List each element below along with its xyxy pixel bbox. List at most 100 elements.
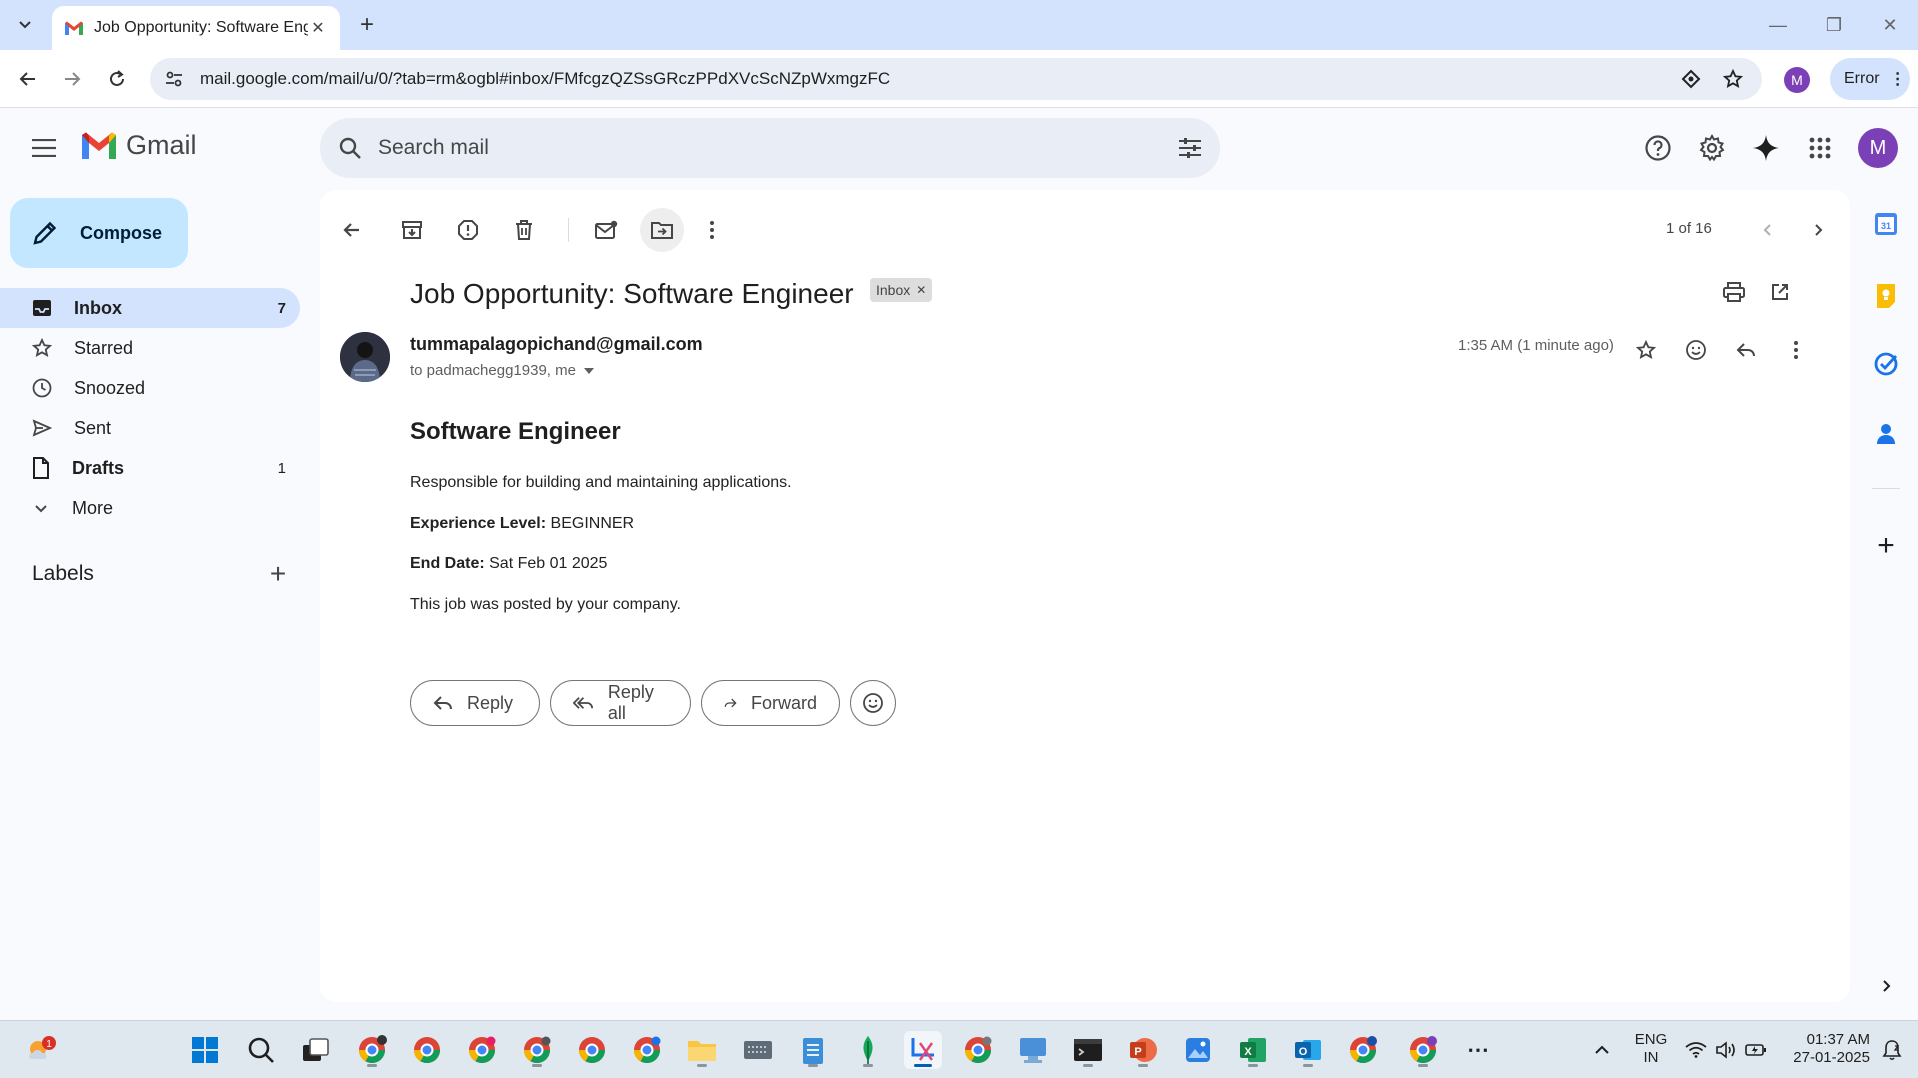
- weather-widget-icon[interactable]: 1: [22, 1031, 60, 1069]
- error-chip[interactable]: Error ⋮: [1830, 58, 1910, 100]
- chrome-profile-9-icon[interactable]: [1404, 1031, 1442, 1069]
- chevron-up-icon[interactable]: [1590, 1038, 1614, 1062]
- message-more-button[interactable]: [1776, 330, 1816, 370]
- contacts-app-icon[interactable]: [1868, 416, 1904, 452]
- chrome-profile-6-icon[interactable]: [628, 1031, 666, 1069]
- browser-profile-avatar[interactable]: M: [1784, 67, 1810, 93]
- recipients[interactable]: to padmachegg1939, me: [410, 362, 594, 379]
- back-to-inbox-button[interactable]: [330, 208, 374, 252]
- tasks-app-icon[interactable]: [1868, 346, 1904, 382]
- chrome-profile-7-icon[interactable]: [959, 1031, 997, 1069]
- excel-icon[interactable]: X: [1234, 1031, 1272, 1069]
- snipping-tool-icon[interactable]: [904, 1031, 942, 1069]
- notepad-icon[interactable]: [794, 1031, 832, 1069]
- show-side-panel-icon[interactable]: [1868, 968, 1904, 1004]
- url-text[interactable]: mail.google.com/mail/u/0/?tab=rm&ogbl#in…: [200, 69, 1664, 89]
- gmail-logo[interactable]: Gmail: [80, 130, 197, 161]
- close-tab-icon[interactable]: ✕: [308, 18, 328, 38]
- sidebar-item-drafts[interactable]: Drafts 1: [0, 448, 300, 488]
- outlook-icon[interactable]: O: [1289, 1031, 1327, 1069]
- newer-button[interactable]: [1746, 208, 1790, 252]
- search-taskbar-icon[interactable]: [242, 1031, 280, 1069]
- battery-icon[interactable]: [1744, 1038, 1768, 1062]
- keyboard-app-icon[interactable]: [739, 1031, 777, 1069]
- older-button[interactable]: [1796, 208, 1840, 252]
- sidebar-item-starred[interactable]: Starred: [0, 328, 300, 368]
- open-in-new-window-button[interactable]: [1758, 270, 1802, 314]
- add-addon-icon[interactable]: +: [1868, 528, 1904, 564]
- search-icon[interactable]: [338, 136, 362, 160]
- start-button-icon[interactable]: [186, 1031, 224, 1069]
- sidebar-item-inbox[interactable]: Inbox 7: [0, 288, 300, 328]
- calendar-app-icon[interactable]: 31: [1868, 206, 1904, 242]
- close-window-icon[interactable]: ✕: [1870, 10, 1910, 40]
- file-explorer-icon[interactable]: [683, 1031, 721, 1069]
- search-options-icon[interactable]: [1178, 137, 1202, 159]
- new-tab-button[interactable]: +: [352, 10, 382, 40]
- gemini-sparkle-icon[interactable]: [1746, 128, 1786, 168]
- sidebar-item-snoozed[interactable]: Snoozed: [0, 368, 300, 408]
- powerpoint-icon[interactable]: P: [1124, 1031, 1162, 1069]
- task-view-icon[interactable]: [297, 1031, 335, 1069]
- wifi-icon[interactable]: [1684, 1038, 1708, 1062]
- lens-icon[interactable]: [1676, 64, 1706, 94]
- keep-app-icon[interactable]: [1868, 278, 1904, 314]
- reply-all-button[interactable]: Reply all: [550, 680, 691, 726]
- chrome-profile-8-icon[interactable]: [1344, 1031, 1382, 1069]
- notifications-bell-icon[interactable]: [1880, 1038, 1904, 1062]
- forward-button[interactable]: Forward: [701, 680, 840, 726]
- reply-button[interactable]: Reply: [410, 680, 540, 726]
- reload-button[interactable]: [101, 63, 133, 95]
- move-to-button[interactable]: [640, 208, 684, 252]
- add-reaction-button[interactable]: [1676, 330, 1716, 370]
- remove-label-icon[interactable]: ✕: [916, 283, 926, 297]
- report-spam-button[interactable]: [446, 208, 490, 252]
- mongodb-compass-icon[interactable]: [849, 1031, 887, 1069]
- browser-tab[interactable]: Job Opportunity: Software Engi ✕: [52, 6, 340, 50]
- account-avatar[interactable]: M: [1858, 128, 1898, 168]
- caret-down-icon[interactable]: [583, 367, 594, 374]
- sidebar-item-sent[interactable]: Sent: [0, 408, 300, 448]
- add-label-icon[interactable]: +: [264, 558, 292, 589]
- inbox-label-chip[interactable]: Inbox ✕: [870, 278, 933, 302]
- bookmark-star-icon[interactable]: [1718, 64, 1748, 94]
- restore-icon[interactable]: ❐: [1814, 10, 1854, 40]
- delete-button[interactable]: [502, 208, 546, 252]
- address-bar-row: mail.google.com/mail/u/0/?tab=rm&ogbl#in…: [0, 50, 1918, 108]
- kebab-menu-icon[interactable]: ⋮: [1890, 69, 1906, 89]
- site-settings-icon[interactable]: [164, 69, 184, 89]
- star-button[interactable]: [1626, 330, 1666, 370]
- emoji-reaction-button[interactable]: [850, 680, 896, 726]
- print-button[interactable]: [1712, 270, 1756, 314]
- language-indicator[interactable]: ENG IN: [1634, 1031, 1668, 1067]
- chrome-profile-4-icon[interactable]: [518, 1031, 556, 1069]
- terminal-icon[interactable]: [1069, 1031, 1107, 1069]
- chrome-profile-3-icon[interactable]: [463, 1031, 501, 1069]
- sender-avatar[interactable]: [340, 332, 390, 382]
- help-icon[interactable]: [1638, 128, 1678, 168]
- search-bar[interactable]: Search mail: [320, 118, 1220, 178]
- photos-icon[interactable]: [1179, 1031, 1217, 1069]
- back-button[interactable]: [12, 63, 44, 95]
- google-apps-icon[interactable]: [1800, 128, 1840, 168]
- reply-button-header[interactable]: [1726, 330, 1766, 370]
- tab-search-button[interactable]: [10, 8, 40, 42]
- archive-button[interactable]: [390, 208, 434, 252]
- overflow-apps-icon[interactable]: ⋯: [1459, 1031, 1497, 1069]
- more-options-button[interactable]: [690, 208, 734, 252]
- forward-button[interactable]: [56, 63, 88, 95]
- clock[interactable]: 01:37 AM 27-01-2025: [1780, 1031, 1870, 1067]
- sidebar-item-more[interactable]: More: [0, 488, 300, 528]
- settings-gear-icon[interactable]: [1692, 128, 1732, 168]
- main-menu-button[interactable]: [24, 128, 64, 168]
- chrome-profile-5-icon[interactable]: [573, 1031, 611, 1069]
- volume-icon[interactable]: [1714, 1038, 1738, 1062]
- compose-button[interactable]: Compose: [10, 198, 188, 268]
- search-input[interactable]: Search mail: [378, 136, 1178, 160]
- mark-unread-button[interactable]: [584, 208, 628, 252]
- minimize-icon[interactable]: —: [1758, 10, 1798, 40]
- chrome-profile-1-icon[interactable]: [353, 1031, 391, 1069]
- chrome-profile-2-icon[interactable]: [408, 1031, 446, 1069]
- omnibox[interactable]: mail.google.com/mail/u/0/?tab=rm&ogbl#in…: [150, 58, 1762, 100]
- control-panel-icon[interactable]: [1014, 1031, 1052, 1069]
